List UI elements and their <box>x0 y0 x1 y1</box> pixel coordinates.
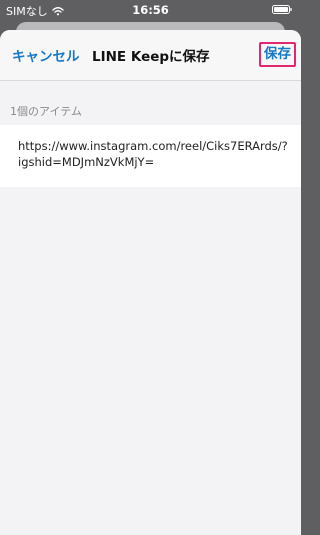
save-button[interactable]: 保存 <box>259 42 296 67</box>
list-item: https://www.instagram.com/reel/Ciks7ERAr… <box>0 125 301 187</box>
cancel-button[interactable]: キャンセル <box>12 45 80 65</box>
share-sheet: キャンセル LINE Keepに保存 保存 1個のアイテム https://ww… <box>0 30 301 535</box>
item-url-line-2: igshid=MDJmNzVkMjY= <box>18 155 155 169</box>
status-bar: SIMなし 16:56 <box>0 0 301 20</box>
item-url: https://www.instagram.com/reel/Ciks7ERAr… <box>18 138 288 170</box>
nav-bar: キャンセル LINE Keepに保存 保存 <box>0 30 301 81</box>
section-header: 1個のアイテム <box>10 105 82 118</box>
battery-icon <box>272 5 292 14</box>
status-time: 16:56 <box>132 3 169 17</box>
page-title: LINE Keepに保存 <box>92 49 210 65</box>
item-url-line-1: https://www.instagram.com/reel/Ciks7ERAr… <box>18 139 288 153</box>
content-area: 1個のアイテム https://www.instagram.com/reel/C… <box>0 81 301 535</box>
